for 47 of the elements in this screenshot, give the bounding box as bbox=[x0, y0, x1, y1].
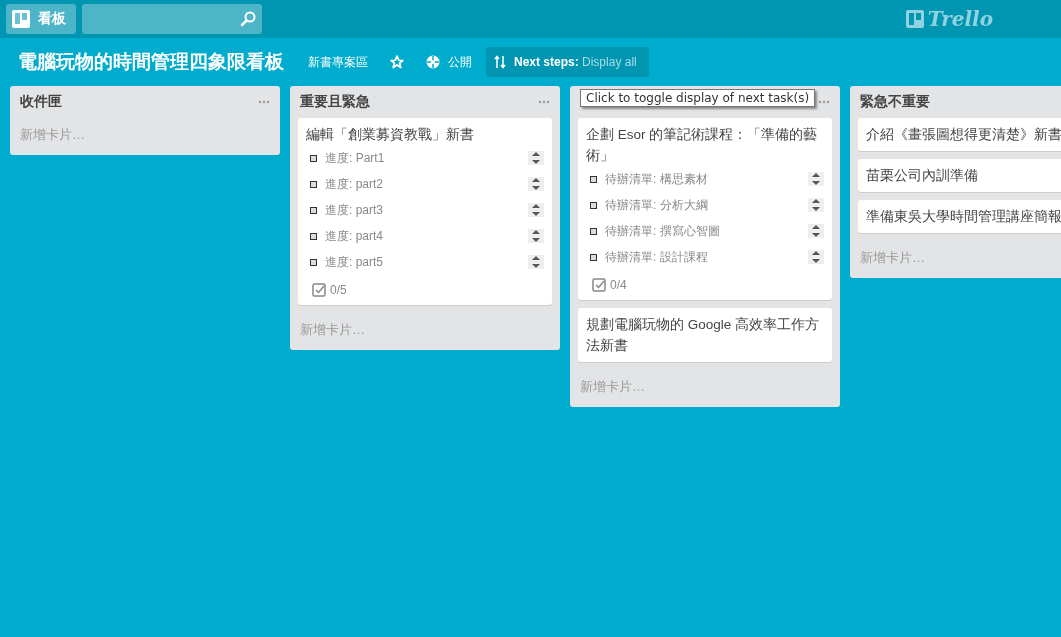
card-title: 企劃 Esor 的筆記術課程：「準備的藝術」 bbox=[586, 126, 819, 165]
search-icon bbox=[240, 11, 256, 27]
bullet-icon bbox=[590, 227, 597, 235]
task-text: 待辦清單: 設計課程 bbox=[605, 248, 709, 266]
bullet-icon bbox=[590, 175, 597, 183]
card-title: 規劃電腦玩物的 Google 高效率工作方法新書 bbox=[586, 316, 821, 355]
checklist-icon bbox=[312, 283, 326, 297]
card[interactable]: 介紹《畫張圖想得更清楚》新書 bbox=[858, 118, 1061, 151]
task-text: 進度: part2 bbox=[325, 175, 385, 193]
bullet-icon bbox=[310, 258, 317, 266]
sort-icon bbox=[494, 55, 506, 69]
tooltip: Click to toggle display of next task(s) bbox=[580, 89, 816, 107]
card[interactable]: 企劃 Esor 的筆記術課程：「準備的藝術」 待辦清單: 構思素材 待辦清單: 分析大綱 待辦清單: 撰寫心智圖 待辦清單: 設計課程 0/4 bbox=[578, 118, 832, 300]
list-title[interactable]: 緊急不重要 bbox=[860, 93, 930, 111]
list-title[interactable]: 收件匣 bbox=[20, 93, 62, 111]
card[interactable]: 苗栗公司內訓準備 bbox=[858, 159, 1061, 192]
bullet-icon bbox=[590, 201, 597, 209]
bullet-icon bbox=[310, 180, 317, 188]
next-steps-button[interactable]: Next steps: Display all bbox=[486, 47, 649, 77]
task-text: 進度: part3 bbox=[325, 201, 385, 219]
checklist-count: 0/5 bbox=[330, 283, 347, 297]
card[interactable]: 編輯「創業募資教戰」新書 進度: Part1 進度: part2 進度: part3 進度: part4 進度: part5 0/5 bbox=[298, 118, 552, 305]
star-icon bbox=[390, 55, 404, 69]
task-text: 待辦清單: 構思素材 bbox=[605, 170, 709, 188]
card-title: 編輯「創業募資教戰」新書 bbox=[306, 126, 475, 144]
task-text: 進度: part5 bbox=[325, 253, 385, 271]
board-icon bbox=[12, 10, 30, 28]
task-text: 待辦清單: 撰寫心智圖 bbox=[605, 222, 721, 240]
task-text: 進度: part4 bbox=[325, 227, 385, 245]
card-title: 介紹《畫張圖想得更清楚》新書 bbox=[866, 126, 1061, 144]
logo-icon bbox=[905, 10, 924, 28]
task-text: 待辦清單: 分析大綱 bbox=[605, 196, 709, 214]
card[interactable]: 規劃電腦玩物的 Google 高效率工作方法新書 bbox=[578, 308, 832, 362]
bullet-icon bbox=[310, 206, 317, 214]
card-title: 準備東吳大學時間管理講座簡報 bbox=[866, 208, 1061, 226]
logo-text: Trello bbox=[927, 7, 993, 31]
checklist-icon bbox=[592, 278, 606, 292]
checklist-count: 0/4 bbox=[610, 278, 627, 292]
bullet-icon bbox=[310, 232, 317, 240]
bullet-icon bbox=[590, 253, 597, 261]
search-field[interactable] bbox=[82, 4, 262, 34]
globe-icon bbox=[426, 55, 440, 69]
card[interactable]: 準備東吳大學時間管理講座簡報 bbox=[858, 200, 1061, 233]
list-title[interactable]: 重要且緊急 bbox=[300, 93, 370, 111]
task-text: 進度: Part1 bbox=[325, 149, 386, 167]
card-title: 苗栗公司內訓準備 bbox=[866, 167, 979, 185]
bullet-icon bbox=[310, 154, 317, 162]
